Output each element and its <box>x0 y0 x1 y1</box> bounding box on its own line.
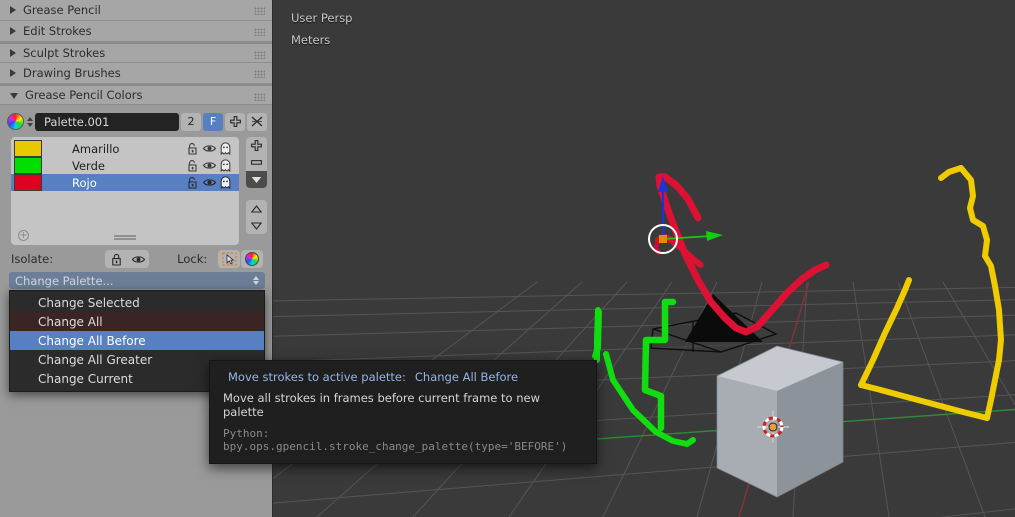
isolate-hide-button[interactable] <box>127 250 150 268</box>
viewport-info: User Persp Meters <box>291 7 353 51</box>
viewport-perspective: User Persp <box>291 11 353 25</box>
list-item[interactable]: Rojo <box>11 174 239 191</box>
drag-grip-icon[interactable] <box>254 93 265 101</box>
panel-label: Grease Pencil <box>23 3 101 17</box>
triangle-up-icon <box>251 204 262 213</box>
drag-grip-icon[interactable] <box>254 51 265 59</box>
menu-item-change-selected[interactable]: Change Selected <box>10 293 264 312</box>
isolate-label: Isolate: <box>11 252 54 266</box>
menu-item-label: Change All Before <box>38 333 146 348</box>
panel-label: Grease Pencil Colors <box>25 88 143 102</box>
chevron-right-icon <box>10 69 16 77</box>
tooltip-python: Python: bpy.ops.gpencil.stroke_change_pa… <box>223 427 568 453</box>
panel-grease-pencil-colors[interactable]: Grease Pencil Colors <box>0 84 272 105</box>
color-name: Verde <box>72 158 105 173</box>
panel-drawing-brushes[interactable]: Drawing Brushes <box>0 63 272 84</box>
chevron-right-icon <box>10 6 16 14</box>
menu-item-change-all[interactable]: Change All <box>10 312 264 331</box>
panel-label: Edit Strokes <box>23 24 92 38</box>
tooltip-description: Move all strokes in frames before curren… <box>223 391 540 419</box>
list-item[interactable]: Verde <box>11 157 239 174</box>
tooltip-title: Move strokes to active palette: <box>228 370 406 384</box>
palette-fake-user-toggle[interactable]: F <box>203 112 223 131</box>
ghost-onion-icon[interactable] <box>219 175 234 190</box>
unlock-icon[interactable] <box>185 159 200 173</box>
list-side-buttons <box>246 137 267 234</box>
palette-browse-spinner[interactable] <box>24 113 35 131</box>
change-palette-combo[interactable]: Change Palette... <box>9 272 265 289</box>
drag-grip-icon[interactable] <box>254 7 265 15</box>
move-color-up-button[interactable] <box>246 200 267 217</box>
list-item[interactable]: Amarillo <box>11 140 239 157</box>
unlink-x-icon <box>251 116 263 127</box>
palette-users-count[interactable]: 2 <box>181 112 201 131</box>
unlock-icon[interactable] <box>185 176 200 190</box>
plus-icon <box>251 140 262 151</box>
eye-icon[interactable] <box>202 159 217 173</box>
select-cursor-icon <box>221 252 237 266</box>
isolate-lock-button[interactable] <box>105 250 128 268</box>
triangle-down-icon <box>251 221 262 230</box>
color-specials-menu-button[interactable] <box>246 171 267 188</box>
eye-icon[interactable] <box>202 176 217 190</box>
eye-icon <box>131 255 145 263</box>
tooltip-title-row: Move strokes to active palette: Change A… <box>223 370 583 384</box>
menu-item-label: Change Selected <box>38 295 140 310</box>
unlock-icon[interactable] <box>185 142 200 156</box>
lock-selection-button[interactable] <box>218 250 240 268</box>
panel-label: Sculpt Strokes <box>23 46 106 60</box>
blender-window: User Persp Meters Grease Pencil Edit Str… <box>0 0 1015 517</box>
color-name: Rojo <box>72 175 97 190</box>
chevron-down-icon <box>10 93 18 99</box>
lock-label: Lock: <box>177 252 208 266</box>
panel-edit-strokes[interactable]: Edit Strokes <box>0 21 272 42</box>
minus-icon <box>251 160 262 165</box>
chevron-right-icon <box>10 27 16 35</box>
color-swatch[interactable] <box>14 157 42 174</box>
color-swatch[interactable] <box>14 140 42 157</box>
combo-spinner-icon <box>253 276 259 285</box>
palette-unlink-button[interactable] <box>247 112 267 131</box>
color-wheel-icon <box>245 252 259 266</box>
menu-item-label: Change All <box>38 314 103 329</box>
palette-browse-icon[interactable] <box>7 113 24 130</box>
palette-datablock-row: Palette.001 2 F <box>7 112 267 131</box>
color-swatch[interactable] <box>14 174 42 191</box>
chevron-right-icon <box>10 49 16 57</box>
palette-name-input[interactable]: Palette.001 <box>35 112 179 131</box>
list-resize-grip[interactable] <box>11 235 239 243</box>
tooltip: Move strokes to active palette: Change A… <box>209 360 597 464</box>
panel-label: Drawing Brushes <box>23 66 121 80</box>
chevron-down-icon <box>251 176 262 183</box>
lock-color-button[interactable] <box>241 250 263 268</box>
drag-grip-icon[interactable] <box>254 28 265 36</box>
menu-item-label: Change Current <box>38 371 133 386</box>
add-color-button[interactable] <box>246 137 267 154</box>
move-color-down-button[interactable] <box>246 217 267 234</box>
viewport-units: Meters <box>291 33 331 47</box>
change-palette-label: Change Palette... <box>15 273 114 288</box>
ghost-onion-icon[interactable] <box>219 141 234 156</box>
menu-item-label: Change All Greater <box>38 352 153 367</box>
isolate-lock-row: Isolate: Lock: <box>11 250 263 268</box>
drag-grip-icon[interactable] <box>254 70 265 78</box>
palette-color-list[interactable]: Amarillo Verde Rojo + <box>11 137 239 245</box>
panel-grease-pencil[interactable]: Grease Pencil <box>0 0 272 21</box>
palette-new-button[interactable] <box>225 112 245 131</box>
remove-color-button[interactable] <box>246 154 267 171</box>
plus-icon <box>229 116 241 127</box>
padlock-icon <box>111 253 121 266</box>
menu-item-change-all-before[interactable]: Change All Before <box>10 331 264 350</box>
panel-sculpt-strokes[interactable]: Sculpt Strokes <box>0 42 272 63</box>
ghost-onion-icon[interactable] <box>219 158 234 173</box>
color-name: Amarillo <box>72 141 120 156</box>
tooltip-value: Change All Before <box>414 370 519 384</box>
eye-icon[interactable] <box>202 142 217 156</box>
